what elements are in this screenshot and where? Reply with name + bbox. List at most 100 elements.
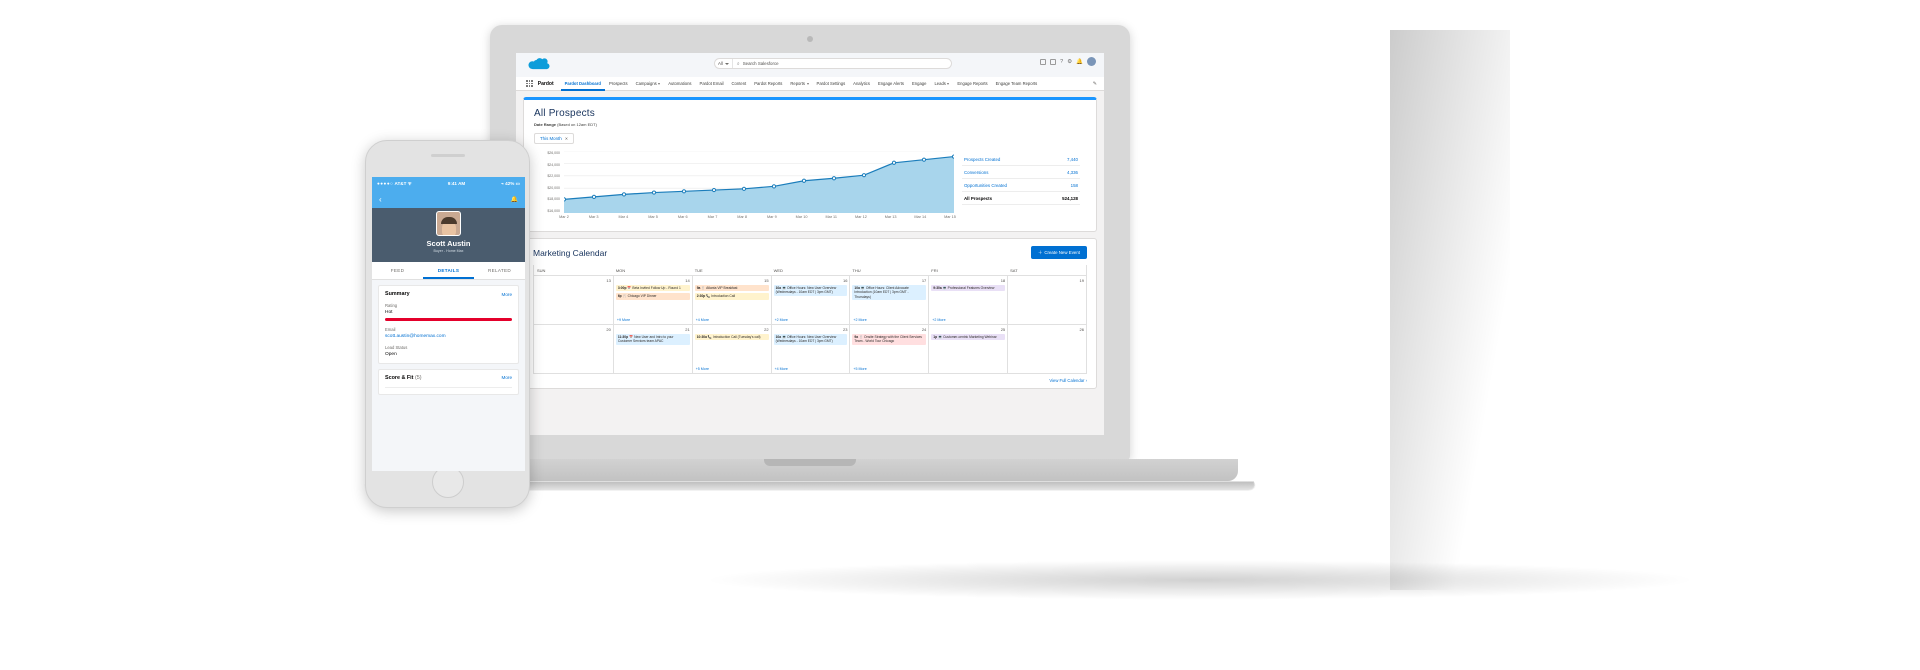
calendar-day-cell[interactable]: 13 [534, 276, 613, 324]
calendar-event[interactable]: 6p 🍴 Chicago VIP Dinner [615, 292, 690, 300]
calendar-more-link[interactable]: +4 More [775, 367, 788, 371]
nav-item-engage[interactable]: Engage [908, 77, 930, 91]
chart-data-point [801, 178, 807, 183]
nav-item-label: Engage [912, 80, 927, 86]
calendar-header: Marketing Calendar ＋ Create New Event [533, 246, 1087, 259]
nav-item-prospects[interactable]: Prospects [605, 77, 632, 91]
calendar-event[interactable]: 11:30p 📅 New User and Intro to your Cust… [615, 333, 690, 345]
signal-dots-icon: ●●●●○ [377, 180, 394, 186]
tab-related[interactable]: RELATED [474, 262, 525, 279]
calendar-day-cell[interactable]: 23 10a 💻 Office Hours: New User Overview … [770, 325, 850, 373]
user-avatar[interactable] [1087, 57, 1096, 66]
score-header-row: Score & Fit (5) More [385, 375, 512, 381]
calendar-more-link[interactable]: +2 More [775, 318, 788, 322]
favorites-icon[interactable] [1040, 58, 1047, 65]
score-more-link[interactable]: More [502, 375, 512, 380]
date-range-label: Date Range [534, 122, 557, 127]
help-icon[interactable]: ? [1060, 59, 1063, 65]
date-range-filter-pill[interactable]: This Month ✕ [534, 133, 575, 144]
calendar-more-link[interactable]: +5 More [696, 367, 709, 371]
stat-row[interactable]: Opportunities Created 158 [962, 179, 1080, 192]
stat-row[interactable]: All Prospects 524,128 [962, 192, 1080, 205]
calendar-event[interactable]: 9a 🍴 Atlanta VIP Breakfast [694, 284, 769, 292]
calendar-event[interactable]: 9a 🍴 Onsite Strategy with the Client Ser… [852, 333, 927, 345]
close-icon[interactable]: ✕ [565, 136, 568, 141]
y-axis-tick-label: $20,000 [547, 185, 560, 190]
nav-item-engage-alerts[interactable]: Engage Alerts [874, 77, 908, 91]
calendar-event[interactable]: 10a 💻 Office Hours: New User Overview (W… [773, 284, 848, 296]
calendar-event[interactable]: 10:30a 📞 Introduction Call (Tuesday's ca… [694, 333, 769, 341]
calendar-event[interactable]: 10a 💻 Office Hours: Client Advocate Intr… [852, 284, 927, 301]
calendar-more-link[interactable]: +2 More [932, 318, 945, 322]
chart-data-point [831, 176, 837, 181]
app-launcher-icon[interactable] [526, 80, 533, 87]
pencil-icon[interactable]: ✎ [1093, 81, 1097, 87]
calendar-more-link[interactable]: +2 More [853, 318, 866, 322]
setup-gear-icon[interactable]: ⚙ [1067, 59, 1072, 65]
nav-item-engage-reports[interactable]: Engage Reports [953, 77, 991, 91]
calendar-event[interactable]: 2:30p 📞 Introduction Call [694, 292, 769, 300]
calendar-event[interactable]: 3:00p 📅 Beta Invited Follow Up - Round 1 [615, 284, 690, 292]
nav-item-reports[interactable]: Reports [786, 77, 812, 91]
chart-data-point [591, 194, 597, 199]
wifi-icon: ᯤ [407, 180, 412, 186]
calendar-event[interactable]: 9:30a 💻 Professional Features Overview [931, 284, 1006, 292]
calendar-day-cell[interactable]: 17 10a 💻 Office Hours: Client Advocate In… [849, 276, 928, 324]
calendar-day-cell[interactable]: 15 9a 🍴 Atlanta VIP Breakfast 2:30p 📞 Intr… [691, 276, 771, 324]
tab-feed[interactable]: FEED [372, 262, 423, 279]
nav-item-campaigns[interactable]: Campaigns [632, 77, 665, 91]
chart-data-point [921, 157, 927, 162]
summary-field-value: Hot [385, 310, 393, 315]
calendar-day-cell[interactable]: 22 10:30a 📞 Introduction Call (Tuesday's … [691, 325, 771, 373]
calendar-more-link[interactable]: +9 More [617, 318, 630, 322]
summary-field-label: Email [385, 326, 396, 332]
nav-item-pardot-settings[interactable]: Pardot Settings [813, 77, 850, 91]
nav-item-label: Engage Reports [957, 80, 988, 86]
view-full-calendar-link[interactable]: View Full Calendar › [533, 378, 1087, 383]
calendar-day-cell[interactable]: 25 1p 💻 Customer-centric Marketing Webina… [928, 325, 1007, 373]
calendar-day-cell[interactable]: 21 11:30p 📅 New User and Intro to your Cu… [612, 325, 692, 373]
apps-icon[interactable] [1050, 58, 1057, 65]
stat-row[interactable]: Conversions 4,336 [962, 166, 1080, 179]
tab-details[interactable]: DETAILS [423, 262, 474, 279]
nav-item-label: Pardot Dashboard [564, 80, 601, 86]
calendar-day-cell[interactable]: 16 10a 💻 Office Hours: New User Overview … [770, 276, 850, 324]
battery-icon: ▭ [515, 180, 520, 186]
nav-item-content[interactable]: Content [728, 77, 751, 91]
nav-item-pardot-reports[interactable]: Pardot Reports [750, 77, 786, 91]
calendar-day-cell[interactable]: 24 9a 🍴 Onsite Strategy with the Client S… [849, 325, 928, 373]
nav-item-label: Reports [790, 80, 806, 86]
nav-item-engage-team-reports[interactable]: Engage Team Reports [992, 77, 1042, 91]
calendar-week-row: 20 21 11:30p 📅 New User and Intro to your … [534, 324, 1086, 373]
nav-item-analytics[interactable]: Analytics [849, 77, 874, 91]
summary-more-link[interactable]: More [502, 292, 512, 297]
summary-field-value[interactable]: scott.austin@homemax.com [385, 334, 512, 339]
nav-item-pardot-dashboard[interactable]: Pardot Dashboard [561, 77, 605, 91]
back-arrow-icon[interactable]: ‹ [379, 195, 382, 204]
calendar-more-link[interactable]: +4 More [696, 318, 709, 322]
calendar-day-cell[interactable]: 20 [534, 325, 613, 373]
calendar-day-cell[interactable]: 18 9:30a 💻 Professional Features Overview… [928, 276, 1007, 324]
calendar-day-number: 13 [606, 278, 611, 283]
nav-item-leads[interactable]: Leads [930, 77, 953, 91]
notifications-bell-icon[interactable]: 🔔 [1076, 59, 1083, 65]
calendar-event[interactable]: 10a 💻 Office Hours: New User Overview (W… [773, 333, 848, 345]
summary-header-row: Summary More [385, 291, 512, 297]
calendar-event[interactable]: 1p 💻 Customer-centric Marketing Webinar [931, 333, 1006, 341]
calendar-day-cell[interactable]: 19 [1007, 276, 1086, 324]
calendar-day-header: WED [773, 267, 783, 273]
search-scope-selector[interactable]: All [715, 59, 733, 68]
nav-item-pardot-email[interactable]: Pardot Email [696, 77, 728, 91]
search-input[interactable]: Search Salesforce [743, 61, 779, 66]
bell-icon[interactable]: 🔔 [511, 196, 518, 203]
calendar-day-cell[interactable]: 14 3:00p 📅 Beta Invited Follow Up - Round… [612, 276, 692, 324]
global-search-bar[interactable]: All ⌕ Search Salesforce [714, 58, 952, 69]
chevron-down-icon [947, 82, 950, 85]
create-new-event-button[interactable]: ＋ Create New Event [1030, 246, 1087, 259]
chart-data-point [891, 160, 897, 165]
nav-item-automations[interactable]: Automations [664, 77, 695, 91]
calendar-more-link[interactable]: +5 More [853, 367, 866, 371]
stat-row[interactable]: Prospects Created 7,440 [962, 153, 1080, 166]
calendar-day-cell[interactable]: 26 [1007, 325, 1086, 373]
record-name: Scott Austin [426, 239, 471, 248]
